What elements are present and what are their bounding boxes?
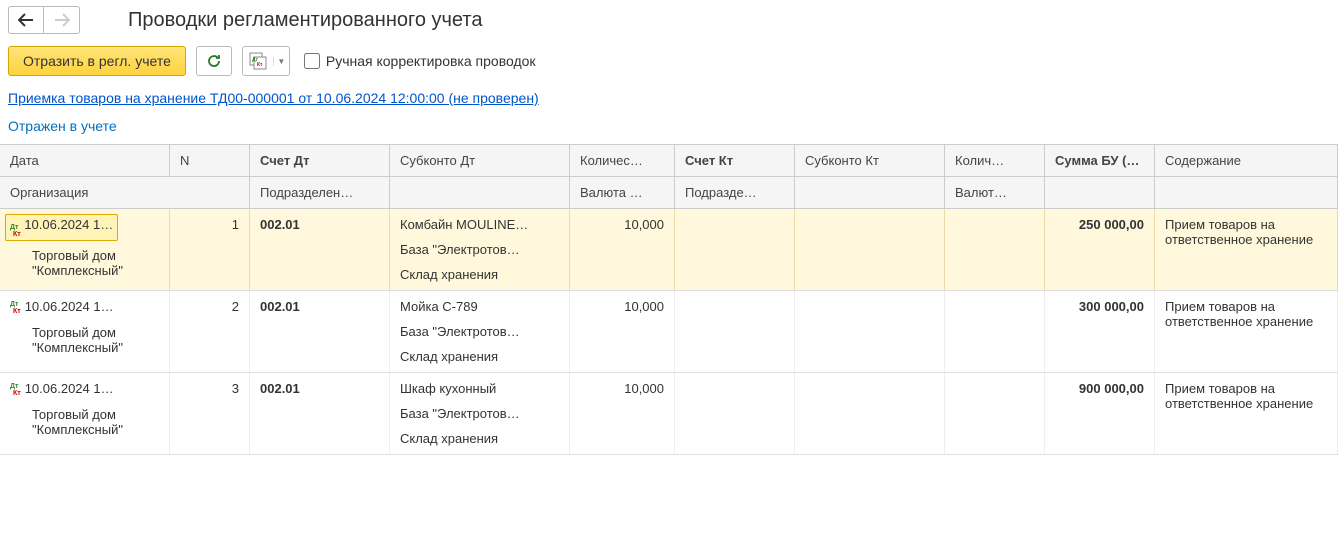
- grid-header-row-1: Дата N Счет Дт Субконто Дт Количес… Счет…: [0, 145, 1338, 177]
- sub-dt-line: База "Электротов…: [400, 406, 559, 421]
- sub-dt-line: Склад хранения: [400, 349, 559, 364]
- sub-dt-line: Склад хранения: [400, 431, 559, 446]
- col-desc-header2: [1155, 177, 1338, 208]
- col-sub-dt-header[interactable]: Субконто Дт: [390, 145, 570, 176]
- sub-dt-line: Комбайн MOULINE…: [400, 217, 559, 232]
- forward-button[interactable]: [44, 6, 80, 34]
- sub-dt-line: База "Электротов…: [400, 242, 559, 257]
- col-acct-kt-header[interactable]: Счет Кт: [675, 145, 795, 176]
- document-link-row: Приемка товаров на хранение ТД00-000001 …: [0, 86, 1338, 114]
- col-acct-dt-header[interactable]: Счет Дт: [250, 145, 390, 176]
- dtkt-icon: ДтКт: [10, 383, 21, 397]
- col-sub-kt-header2: [795, 177, 945, 208]
- col-desc-header[interactable]: Содержание: [1155, 145, 1338, 176]
- col-org-header[interactable]: Организация: [0, 177, 250, 208]
- entries-grid: Дата N Счет Дт Субконто Дт Количес… Счет…: [0, 144, 1338, 455]
- sub-dt-cell: Комбайн MOULINE… База "Электротов… Склад х…: [390, 209, 570, 290]
- dtkt-icon: ДтКт: [10, 224, 21, 238]
- acct-dt-value: 002.01: [250, 373, 390, 454]
- org-value: Торговый дом "Комплексный": [10, 407, 159, 437]
- table-row[interactable]: ДтКт 10.06.2024 1… Торговый дом "Комплекс…: [0, 209, 1338, 291]
- grid-body: ДтКт 10.06.2024 1… Торговый дом "Комплекс…: [0, 209, 1338, 455]
- grid-header-row-2: Организация Подразделен… Валюта … Подраз…: [0, 177, 1338, 209]
- manual-correction-checkbox-wrap: Ручная корректировка проводок: [304, 53, 536, 69]
- col-sum-header2: [1045, 177, 1155, 208]
- col-date-header[interactable]: Дата: [0, 145, 170, 176]
- sub-kt-value: [795, 209, 945, 290]
- table-row[interactable]: ДтКт 10.06.2024 1… Торговый дом "Комплексн…: [0, 291, 1338, 373]
- page-title: Проводки регламентированного учета: [128, 9, 482, 32]
- manual-correction-label: Ручная корректировка проводок: [326, 53, 536, 69]
- qty-dt-value: 10,000: [570, 291, 675, 372]
- date-value: 10.06.2024 1…: [25, 381, 114, 396]
- sub-kt-value: [795, 291, 945, 372]
- qty-kt-value: [945, 291, 1045, 372]
- acct-kt-value: [675, 209, 795, 290]
- org-value: Торговый дом "Комплексный": [10, 325, 159, 355]
- sub-dt-cell: Мойка С-789 База "Электротов… Склад хранен…: [390, 291, 570, 372]
- svg-text:Кт: Кт: [257, 62, 263, 68]
- qty-kt-value: [945, 209, 1045, 290]
- acct-dt-value: 002.01: [250, 209, 390, 290]
- toolbar-top: Проводки регламентированного учета: [0, 0, 1338, 40]
- col-sum-header[interactable]: Сумма БУ (RUB): [1045, 145, 1155, 176]
- sub-dt-cell: Шкаф кухонный База "Электротов… Склад хран…: [390, 373, 570, 454]
- desc-value: Прием товаров на ответственное хранение: [1155, 209, 1338, 290]
- chevron-down-icon: ▼: [273, 57, 289, 66]
- nav-buttons: [8, 6, 80, 34]
- back-button[interactable]: [8, 6, 44, 34]
- date-value: 10.06.2024 1…: [24, 217, 113, 232]
- grid-header: Дата N Счет Дт Субконто Дт Количес… Счет…: [0, 145, 1338, 209]
- acct-kt-value: [675, 291, 795, 372]
- sub-dt-line: Мойка С-789: [400, 299, 559, 314]
- dtkt-dropdown-button[interactable]: Дт Кт ▼: [242, 46, 290, 76]
- sub-kt-value: [795, 373, 945, 454]
- sum-value: 300 000,00: [1045, 291, 1155, 372]
- col-dept-dt-header[interactable]: Подразделен…: [250, 177, 390, 208]
- toolbar-actions: Отразить в регл. учете Дт Кт ▼ Ручная ко…: [0, 40, 1338, 86]
- col-curr-kt-header[interactable]: Валют…: [945, 177, 1045, 208]
- desc-value: Прием товаров на ответственное хранение: [1155, 291, 1338, 372]
- table-row[interactable]: ДтКт 10.06.2024 1… Торговый дом "Комплексн…: [0, 373, 1338, 455]
- qty-dt-value: 10,000: [570, 209, 675, 290]
- refresh-button[interactable]: [196, 46, 232, 76]
- date-value: 10.06.2024 1…: [25, 299, 114, 314]
- arrow-left-icon: [18, 13, 34, 27]
- dtkt-icon: Дт Кт: [249, 52, 267, 70]
- sub-dt-line: Шкаф кухонный: [400, 381, 559, 396]
- row-number: 3: [170, 373, 250, 454]
- date-org-cell: ДтКт 10.06.2024 1… Торговый дом "Комплексн…: [0, 373, 170, 454]
- org-value: Торговый дом "Комплексный": [10, 248, 159, 278]
- refresh-icon: [206, 53, 222, 69]
- document-link[interactable]: Приемка товаров на хранение ТД00-000001 …: [8, 90, 539, 106]
- sum-value: 250 000,00: [1045, 209, 1155, 290]
- col-n-header[interactable]: N: [170, 145, 250, 176]
- col-qty-kt-header[interactable]: Колич…: [945, 145, 1045, 176]
- col-dept-kt-header[interactable]: Подразде…: [675, 177, 795, 208]
- acct-dt-value: 002.01: [250, 291, 390, 372]
- col-sub-kt-header[interactable]: Субконто Кт: [795, 145, 945, 176]
- reflect-button[interactable]: Отразить в регл. учете: [8, 46, 186, 76]
- qty-dt-value: 10,000: [570, 373, 675, 454]
- dtkt-icon: ДтКт: [10, 301, 21, 315]
- desc-value: Прием товаров на ответственное хранение: [1155, 373, 1338, 454]
- col-qty-dt-header[interactable]: Количес…: [570, 145, 675, 176]
- col-sub-dt-header2: [390, 177, 570, 208]
- row-number: 1: [170, 209, 250, 290]
- col-curr-dt-header[interactable]: Валюта …: [570, 177, 675, 208]
- sub-dt-line: Склад хранения: [400, 267, 559, 282]
- qty-kt-value: [945, 373, 1045, 454]
- date-org-cell: ДтКт 10.06.2024 1… Торговый дом "Комплексн…: [0, 291, 170, 372]
- arrow-right-icon: [54, 13, 70, 27]
- status-text: Отражен в учете: [0, 114, 1338, 144]
- manual-correction-checkbox[interactable]: [304, 53, 320, 69]
- acct-kt-value: [675, 373, 795, 454]
- row-number: 2: [170, 291, 250, 372]
- sub-dt-line: База "Электротов…: [400, 324, 559, 339]
- date-org-cell: ДтКт 10.06.2024 1… Торговый дом "Комплекс…: [0, 209, 170, 290]
- sum-value: 900 000,00: [1045, 373, 1155, 454]
